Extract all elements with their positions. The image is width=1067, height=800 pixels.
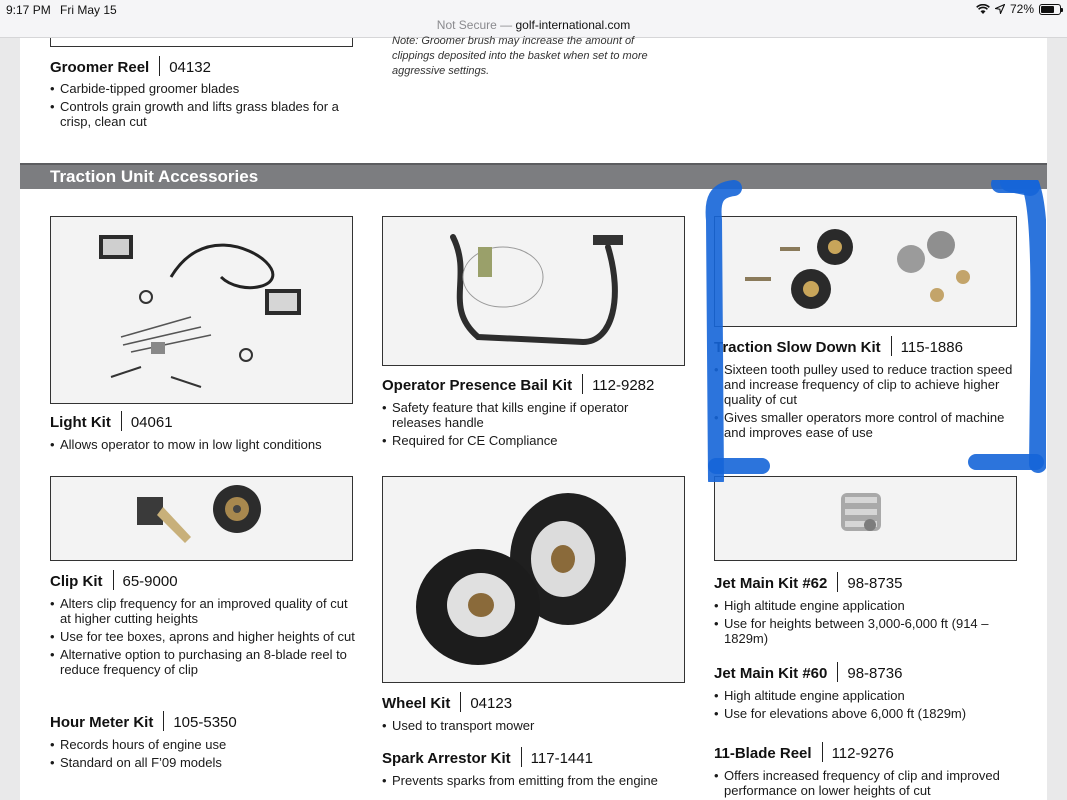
wheel-kit-photo — [382, 476, 685, 683]
light-kit-illustration — [99, 235, 301, 388]
bullet: Prevents sparks from emitting from the e… — [382, 773, 692, 788]
product-name: Jet Main Kit #60 — [714, 665, 828, 682]
product-name: 11-Blade Reel — [714, 745, 812, 762]
bail-kit-illustration — [450, 234, 623, 346]
light-kit-title: Light Kit 04061 — [50, 411, 173, 431]
product-code: 04123 — [470, 695, 513, 712]
slowdown-kit-title: Traction Slow Down Kit 115-1886 — [714, 336, 963, 356]
bullet: High altitude engine application — [714, 598, 1014, 613]
product-code: 04061 — [130, 414, 173, 431]
bullet: Sixteen tooth pulley used to reduce trac… — [714, 362, 1019, 407]
hour-meter-bullets: Records hours of engine use Standard on … — [50, 737, 355, 773]
jet60-title: Jet Main Kit #60 98-8736 — [714, 662, 902, 682]
bail-kit-title: Operator Presence Bail Kit 112-9282 — [382, 374, 654, 394]
jet-kit-photo — [714, 476, 1017, 561]
product-code: 98-8736 — [847, 665, 903, 682]
product-code: 115-1886 — [900, 339, 963, 356]
bail-kit-bullets: Safety feature that kills engine if oper… — [382, 400, 672, 451]
wheel-kit-title: Wheel Kit 04123 — [382, 692, 512, 712]
bullet: Standard on all F’09 models — [50, 755, 355, 770]
product-name: Spark Arrestor Kit — [382, 750, 511, 767]
status-date: Fri May 15 — [60, 3, 117, 17]
jet62-bullets: High altitude engine application Use for… — [714, 598, 1014, 649]
bullet: High altitude engine application — [714, 688, 1014, 703]
product-code: 04132 — [169, 59, 211, 76]
address-bar[interactable]: Not Secure — golf-international.com — [0, 18, 1067, 32]
clip-kit-title: Clip Kit 65-9000 — [50, 570, 178, 590]
bullet: Carbide-tipped groomer blades — [50, 81, 350, 96]
clip-kit-photo — [50, 476, 353, 561]
product-code: 112-9282 — [592, 377, 655, 394]
product-code: 98-8735 — [847, 575, 903, 592]
spark-arrestor-bullets: Prevents sparks from emitting from the e… — [382, 773, 692, 791]
product-code: 112-9276 — [831, 745, 894, 762]
product-name: Operator Presence Bail Kit — [382, 377, 573, 394]
bullet: Allows operator to mow in low light cond… — [50, 437, 355, 452]
hour-meter-title: Hour Meter Kit 105-5350 — [50, 711, 237, 731]
wheel-kit-illustration — [416, 493, 626, 665]
bullet: Offers increased frequency of clip and i… — [714, 768, 1024, 798]
bullet: Use for heights between 3,000-6,000 ft (… — [714, 616, 1014, 646]
light-kit-photo — [50, 216, 353, 404]
bullet: Alternative option to purchasing an 8-bl… — [50, 647, 355, 677]
product-name: Wheel Kit — [382, 695, 451, 712]
bail-kit-photo — [382, 216, 685, 366]
wifi-icon — [976, 3, 990, 14]
battery-icon — [1039, 3, 1063, 15]
spark-arrestor-title: Spark Arrestor Kit 117-1441 — [382, 747, 593, 767]
product-name: Traction Slow Down Kit — [714, 339, 881, 356]
bullet: Use for elevations above 6,000 ft (1829m… — [714, 706, 1014, 721]
address-domain: golf-international.com — [515, 18, 631, 32]
clip-kit-bullets: Alters clip frequency for an improved qu… — [50, 596, 355, 680]
bullet: Safety feature that kills engine if oper… — [382, 400, 672, 430]
location-icon — [994, 4, 1005, 14]
bullet: Use for tee boxes, aprons and higher hei… — [50, 629, 355, 644]
bullet: Records hours of engine use — [50, 737, 355, 752]
product-name: Groomer Reel — [50, 59, 150, 76]
browser-status-bar: 9:17 PM Fri May 15 Not Secure — golf-int… — [0, 0, 1067, 38]
product-name: Clip Kit — [50, 573, 103, 590]
groomer-reel-bullets: Carbide-tipped groomer blades Controls g… — [50, 81, 350, 132]
jet62-title: Jet Main Kit #62 98-8735 — [714, 572, 902, 592]
bullet: Used to transport mower — [382, 718, 682, 733]
slowdown-kit-illustration — [745, 229, 970, 309]
section-title: Traction Unit Accessories — [50, 167, 259, 186]
groomer-photo-edge — [50, 38, 353, 47]
light-kit-bullets: Allows operator to mow in low light cond… — [50, 437, 355, 455]
jet60-bullets: High altitude engine application Use for… — [714, 688, 1014, 724]
slowdown-kit-photo — [714, 216, 1017, 327]
slowdown-kit-bullets: Sixteen tooth pulley used to reduce trac… — [714, 362, 1019, 443]
address-separator: — — [496, 18, 516, 32]
wheel-kit-bullets: Used to transport mower — [382, 718, 682, 736]
product-name: Hour Meter Kit — [50, 714, 154, 731]
bullet: Alters clip frequency for an improved qu… — [50, 596, 355, 626]
product-code: 65-9000 — [122, 573, 178, 590]
battery-percent: 72% — [1009, 2, 1034, 16]
product-code: 105-5350 — [173, 714, 237, 731]
product-name: Light Kit — [50, 414, 111, 431]
jet-kit-illustration — [841, 493, 881, 531]
product-name: Jet Main Kit #62 — [714, 575, 828, 592]
status-icons: 72% — [976, 2, 1063, 16]
blade-reel-bullets: Offers increased frequency of clip and i… — [714, 768, 1024, 800]
blade-reel-title: 11-Blade Reel 112-9276 — [714, 742, 894, 762]
clip-kit-illustration — [137, 485, 261, 543]
groomer-note: Note: Groomer brush may increase the amo… — [392, 35, 648, 77]
bullet: Controls grain growth and lifts grass bl… — [50, 99, 350, 129]
product-code: 117-1441 — [530, 750, 593, 767]
section-header: Traction Unit Accessories — [20, 163, 1047, 189]
groomer-reel-title: Groomer Reel 04132 — [50, 56, 211, 76]
catalog-page: Groomer Reel 04132 Carbide-tipped groomer… — [20, 35, 1047, 800]
status-time: 9:17 PM — [6, 3, 51, 17]
security-label: Not Secure — [436, 18, 497, 32]
bullet: Gives smaller operators more control of … — [714, 410, 1019, 440]
bullet: Required for CE Compliance — [382, 433, 672, 448]
